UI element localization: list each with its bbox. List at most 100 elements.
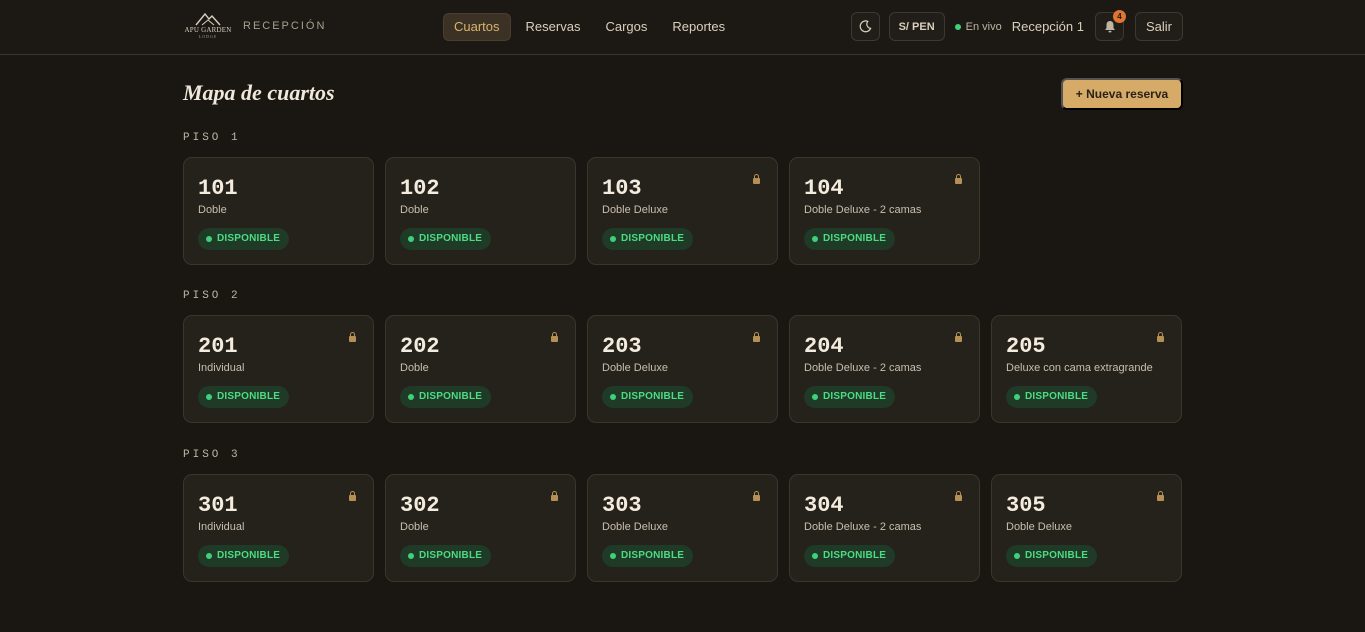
room-card[interactable]: 301 Individual DISPONIBLE <box>183 474 374 582</box>
room-type: Doble Deluxe <box>602 204 669 216</box>
room-number: 203 <box>602 334 642 359</box>
theme-toggle-button[interactable] <box>850 12 880 41</box>
status-badge: DISPONIBLE <box>602 545 694 567</box>
room-card[interactable]: 102 Doble DISPONIBLE <box>385 157 576 265</box>
lock-icon <box>551 491 558 501</box>
room-type: Doble <box>400 362 429 374</box>
lock-icon <box>349 491 356 501</box>
room-type: Doble <box>198 204 227 216</box>
status-badge: DISPONIBLE <box>602 386 694 408</box>
lock-icon <box>551 332 558 342</box>
floor-label: PISO 1 <box>183 132 241 144</box>
lock-icon <box>955 332 962 342</box>
lock-icon <box>349 332 356 342</box>
room-type: Individual <box>198 521 245 533</box>
room-number: 302 <box>400 493 440 518</box>
floor-label: PISO 2 <box>183 290 241 302</box>
room-number: 101 <box>198 176 238 201</box>
room-card[interactable]: 305 Doble Deluxe DISPONIBLE <box>991 474 1182 582</box>
currency-button[interactable]: S/ PEN <box>888 12 945 41</box>
main-nav: Cuartos Reservas Cargos Reportes <box>443 13 740 41</box>
nav-item-cuartos[interactable]: Cuartos <box>443 13 511 41</box>
room-card[interactable]: 204 Doble Deluxe - 2 camas DISPONIBLE <box>789 315 980 423</box>
room-card[interactable]: 201 Individual DISPONIBLE <box>183 315 374 423</box>
room-number: 103 <box>602 176 642 201</box>
room-card[interactable]: 304 Doble Deluxe - 2 camas DISPONIBLE <box>789 474 980 582</box>
room-card[interactable]: 103 Doble Deluxe DISPONIBLE <box>587 157 778 265</box>
logo-text: APU GARDEN <box>184 26 232 34</box>
room-number: 305 <box>1006 493 1046 518</box>
status-badge: DISPONIBLE <box>1006 386 1098 408</box>
live-status: En vivo <box>954 20 1002 33</box>
lock-icon <box>753 491 760 501</box>
user-name: Recepción 1 <box>1011 19 1084 34</box>
page-title: Mapa de cuartos <box>183 80 335 105</box>
room-type: Doble Deluxe <box>602 362 669 374</box>
logo: APU GARDEN LODGE <box>183 11 233 41</box>
brand[interactable]: APU GARDEN LODGE RECEPCIÓN <box>183 11 326 41</box>
room-number: 303 <box>602 493 642 518</box>
status-badge: DISPONIBLE <box>198 386 290 408</box>
logo-subtext: LODGE <box>198 34 218 39</box>
room-type: Doble <box>400 204 429 216</box>
room-number: 104 <box>804 176 844 201</box>
lock-icon <box>955 491 962 501</box>
nav-item-cargos[interactable]: Cargos <box>595 13 657 41</box>
room-card[interactable]: 104 Doble Deluxe - 2 camas DISPONIBLE <box>789 157 980 265</box>
status-badge: DISPONIBLE <box>804 545 896 567</box>
status-badge: DISPONIBLE <box>1006 545 1098 567</box>
status-badge: DISPONIBLE <box>602 228 694 250</box>
lock-icon <box>955 174 962 184</box>
room-number: 102 <box>400 176 440 201</box>
room-type: Doble <box>400 521 429 533</box>
room-type: Individual <box>198 362 245 374</box>
status-badge: DISPONIBLE <box>400 386 492 408</box>
section-label: RECEPCIÓN <box>243 20 327 32</box>
nav-item-reservas[interactable]: Reservas <box>516 13 591 41</box>
floor-grid: 301 Individual DISPONIBLE 302 Doble DISPONIBL… <box>183 474 1193 582</box>
room-type: Doble Deluxe - 2 camas <box>804 204 922 216</box>
room-number: 202 <box>400 334 440 359</box>
room-number: 201 <box>198 334 238 359</box>
lock-icon <box>1157 332 1164 342</box>
notifications-button[interactable]: 4 <box>1095 10 1126 41</box>
room-card[interactable]: 303 Doble Deluxe DISPONIBLE <box>587 474 778 582</box>
room-number: 205 <box>1006 334 1046 359</box>
moon-icon <box>859 20 872 33</box>
nav-item-reportes[interactable]: Reportes <box>662 13 735 41</box>
room-card[interactable]: 202 Doble DISPONIBLE <box>385 315 576 423</box>
room-type: Doble Deluxe <box>1006 521 1073 533</box>
status-badge: DISPONIBLE <box>804 228 896 250</box>
live-status-label: En vivo <box>965 20 1002 33</box>
status-badge: DISPONIBLE <box>198 545 290 567</box>
status-badge: DISPONIBLE <box>400 228 492 250</box>
top-bar: APU GARDEN LODGE RECEPCIÓN Cuartos Reser… <box>0 0 1365 55</box>
room-type: Doble Deluxe - 2 camas <box>804 521 922 533</box>
room-number: 301 <box>198 493 238 518</box>
room-type: Doble Deluxe <box>602 521 669 533</box>
mountain-icon <box>195 12 221 26</box>
lock-icon <box>753 174 760 184</box>
room-number: 304 <box>804 493 844 518</box>
logout-button[interactable]: Salir <box>1135 12 1183 41</box>
room-card[interactable]: 101 Doble DISPONIBLE <box>183 157 374 265</box>
room-type: Deluxe con cama extragrande <box>1006 362 1153 374</box>
status-badge: DISPONIBLE <box>804 386 896 408</box>
notification-badge: 4 <box>1113 10 1126 23</box>
room-card[interactable]: 203 Doble Deluxe DISPONIBLE <box>587 315 778 423</box>
floor-grid: 101 Doble DISPONIBLE 102 Doble DISPONIBLE 103 D… <box>183 157 991 265</box>
room-number: 204 <box>804 334 844 359</box>
live-dot-icon <box>954 23 961 30</box>
lock-icon <box>753 332 760 342</box>
floor-grid: 201 Individual DISPONIBLE 202 Doble DISPONIBL… <box>183 315 1193 423</box>
new-booking-button[interactable]: + Nueva reserva <box>1061 78 1183 110</box>
bell-icon <box>1104 21 1115 33</box>
header-actions: S/ PEN En vivo Recepción 1 4 Salir <box>850 10 1183 41</box>
floor-label: PISO 3 <box>183 449 241 461</box>
lock-icon <box>1157 491 1164 501</box>
room-card[interactable]: 205 Deluxe con cama extragrande DISPONIBLE <box>991 315 1182 423</box>
room-card[interactable]: 302 Doble DISPONIBLE <box>385 474 576 582</box>
status-badge: DISPONIBLE <box>198 228 290 250</box>
status-badge: DISPONIBLE <box>400 545 492 567</box>
room-type: Doble Deluxe - 2 camas <box>804 362 922 374</box>
